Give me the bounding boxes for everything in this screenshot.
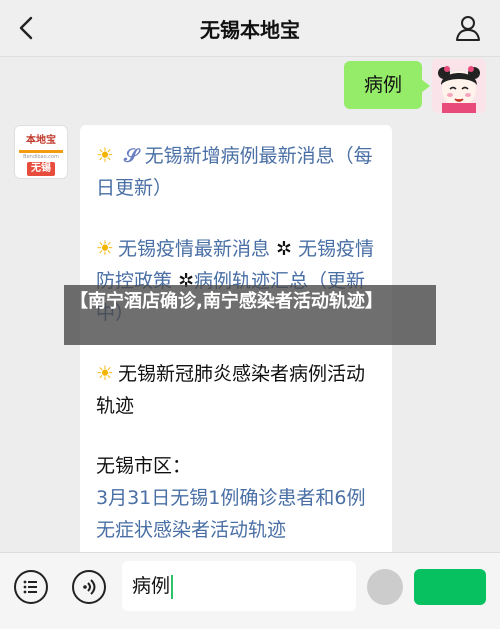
bot-logo-brand: 本地宝: [26, 135, 56, 146]
news-link-2[interactable]: 无锡疫情最新消息: [118, 238, 270, 260]
news-item-3[interactable]: ☀ 无锡新冠肺炎感染者病例活动轨迹: [96, 357, 378, 422]
title-banner: 【南宁酒店确诊,南宁感染者活动轨迹】: [64, 285, 436, 345]
message-input[interactable]: 病例: [122, 561, 356, 611]
news-item-1[interactable]: ☀ 𝒮 无锡新增病例最新消息（每日更新）: [96, 139, 378, 204]
list-icon: [23, 580, 37, 594]
sun-icon: ☀: [96, 236, 114, 260]
bot-logo-city: 无锡: [27, 162, 55, 176]
user-profile-icon[interactable]: [454, 14, 482, 42]
user-message-bubble: 病例: [343, 61, 431, 109]
sun-icon: ☀: [96, 143, 114, 167]
girl-avatar-icon: [432, 59, 486, 113]
bot-avatar[interactable]: 本地宝 Bendibao.com 无锡: [14, 125, 68, 179]
user-avatar[interactable]: [432, 59, 486, 113]
sun-icon: ☀: [96, 361, 114, 385]
send-button[interactable]: [414, 569, 486, 605]
message-input-value: 病例: [132, 575, 171, 597]
text-caret: [171, 574, 174, 599]
bot-logo-bar: [19, 150, 63, 153]
page-title: 无锡本地宝: [200, 18, 300, 42]
asterisk-icon: ✲: [276, 238, 292, 260]
news-text-5: 无锡新冠肺炎感染者病例活动轨迹: [96, 363, 365, 417]
emoji-icon[interactable]: [367, 569, 403, 605]
bot-logo-sub: Bendibao.com: [23, 154, 59, 160]
voice-icon: [83, 579, 96, 595]
top-bar: 无锡本地宝: [0, 0, 500, 57]
link-icon: 𝒮: [123, 145, 139, 167]
voice-button[interactable]: [72, 570, 106, 604]
news-link-6[interactable]: 3月31日无锡1例确诊患者和6例无症状感染者活动轨迹: [96, 482, 378, 546]
section-heading: 无锡市区：: [96, 455, 192, 477]
input-bar: 病例: [0, 552, 500, 629]
menu-list-button[interactable]: [14, 570, 48, 604]
